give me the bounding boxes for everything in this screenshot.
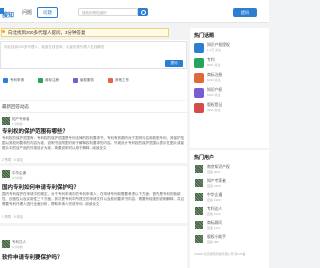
submit-question-button[interactable]: 提问 [165, 60, 183, 67]
avatar[interactable] [195, 193, 203, 201]
quick-item-label: 版权服务 [80, 78, 94, 82]
top-bar: 搜知 问题 问题 搜索你想知道的 提问 [0, 0, 269, 23]
user-answers: 回答 980 [207, 240, 219, 244]
answer-excerpt: 国内专利保护在申请中的规定，对于专利申请中的专利申请人，在申请专利前需要考虑以下… [2, 192, 184, 206]
topic-followers: 8451 关注 [207, 63, 221, 67]
other-icon [108, 77, 113, 83]
search-input[interactable]: 搜索你想知道的 [78, 8, 138, 16]
post-time: 7小时前 [12, 122, 23, 126]
nav-question-tab[interactable]: 问题 [37, 7, 58, 18]
topic-followers: 1.2万 关注 [207, 48, 222, 52]
quick-item-label: 商标注册 [45, 78, 59, 82]
quick-item[interactable]: 版权服务 [72, 76, 94, 84]
avatar[interactable] [195, 165, 203, 173]
quick-item-label: 其他工作 [115, 78, 129, 82]
hot-users-header: 热门用户 [194, 155, 215, 161]
quick-item-label: 专利申请 [10, 78, 24, 82]
answer-excerpt: 专利权的保护范围有：专利权的保护范围是专利法律的权利要求书，专利有效期内对于发明… [2, 136, 184, 150]
trademark-icon [38, 77, 43, 83]
topic-icon[interactable] [194, 43, 204, 53]
avatar[interactable] [195, 207, 203, 215]
user-answers: 回答 1532 [207, 212, 221, 216]
ask-button[interactable]: 提问 [233, 8, 257, 17]
notice-text: 向北找到200多代理人提问，3分钟答复 [8, 30, 86, 35]
topic-followers: 6230 关注 [207, 78, 221, 82]
topic-icon[interactable] [194, 58, 204, 68]
topic-icon[interactable] [194, 103, 204, 113]
patent-icon [3, 77, 8, 83]
answer-meta[interactable]: 2 赞同 · 0 评论 [2, 157, 23, 162]
post-time: 9小时前 [12, 245, 23, 249]
topic-icon[interactable] [194, 88, 204, 98]
footer-text: ©2020 北京搜知科技有限公司 京ICP备 [194, 252, 246, 256]
avatar[interactable] [195, 235, 203, 243]
copyright-icon [73, 77, 78, 83]
question-title[interactable]: 专利权的保护范围有哪些？ [2, 127, 68, 135]
post-time: 8小时前 [12, 176, 23, 180]
topic-followers: 5102 关注 [207, 93, 221, 97]
user-answers: 回答 1980 [207, 198, 221, 202]
quick-item[interactable]: 专利申请 [2, 76, 24, 84]
user-answers: 回答 1207 [207, 226, 221, 230]
quick-item[interactable]: 其他工作 [107, 76, 129, 84]
notice-banner: 向北找到200多代理人提问，3分钟答复 [1, 28, 169, 37]
avatar[interactable] [2, 240, 10, 248]
avatar[interactable] [2, 170, 10, 178]
logo[interactable]: 搜知 [2, 10, 14, 19]
user-answers: 回答 3021 [207, 170, 221, 174]
user-answers: 回答 2450 [207, 184, 221, 188]
question-title[interactable]: 国内专利如何申请专利保护吗？ [2, 183, 79, 191]
answer-meta[interactable]: 1 赞同 · 0 评论 [2, 214, 23, 219]
avatar[interactable] [195, 179, 203, 187]
topic-followers: 3301 关注 [207, 108, 221, 112]
avatar[interactable] [2, 117, 10, 125]
nav-question-link[interactable]: 问题 [22, 9, 32, 16]
feed-header: 最新回答动态 [0, 101, 187, 113]
avatar[interactable] [195, 221, 203, 229]
feed-item [0, 226, 187, 268]
topic-icon[interactable] [194, 73, 204, 83]
quick-item[interactable]: 商标注册 [37, 76, 59, 84]
search-icon[interactable] [138, 8, 148, 16]
question-title[interactable]: 软件申请专利要保护吗？ [2, 253, 63, 261]
hot-topics-header: 热门话题 [194, 33, 215, 39]
question-textarea[interactable]: 向北找到200多代理人，免费在线咨询，大量优秀代理人在线解答 [0, 41, 187, 69]
notice-icon [2, 30, 5, 33]
